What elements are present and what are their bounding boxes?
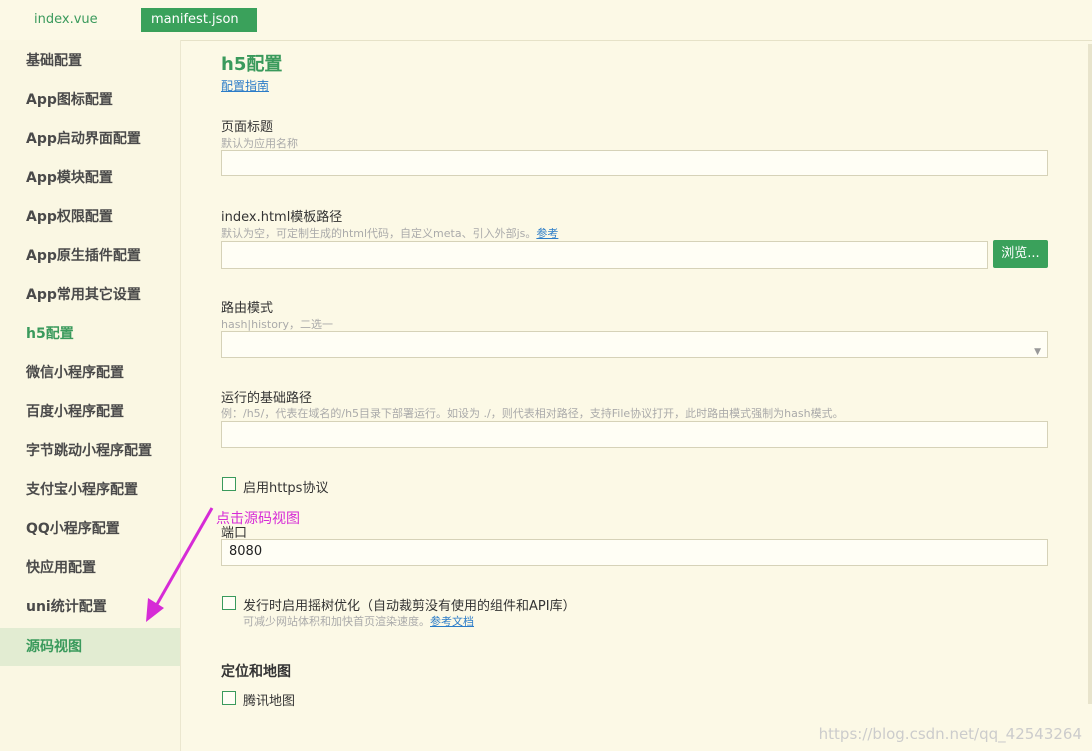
treeshake-hint-text: 可减少网站体积和加快首页渲染速度。: [243, 615, 430, 628]
template-hint-text: 默认为空，可定制生成的html代码，自定义meta、引入外部js。: [221, 227, 537, 240]
sidebar-item-h5[interactable]: h5配置: [0, 315, 180, 353]
page-title-hint: 默认为应用名称: [221, 137, 298, 150]
browse-button[interactable]: 浏览...: [993, 240, 1048, 268]
sidebar-item-uni-stat[interactable]: uni统计配置: [0, 588, 180, 626]
sidebar-item-app-other[interactable]: App常用其它设置: [0, 276, 180, 314]
sidebar-item-app-splash[interactable]: App启动界面配置: [0, 120, 180, 158]
tencent-map-checkbox-label: 腾讯地图: [243, 694, 296, 709]
router-mode-hint: hash|history，二选一: [221, 318, 333, 331]
config-sidebar: 基础配置 App图标配置 App启动界面配置 App模块配置 App权限配置 A…: [0, 40, 181, 751]
sidebar-item-weixin[interactable]: 微信小程序配置: [0, 354, 180, 392]
treeshake-checkbox-label: 发行时启用摇树优化（自动裁剪没有使用的组件和API库）: [243, 599, 576, 614]
page-title-input[interactable]: [221, 150, 1048, 176]
tencent-map-checkbox[interactable]: [222, 691, 236, 705]
page-title-label: 页面标题: [221, 120, 274, 135]
port-input[interactable]: 8080: [221, 539, 1048, 566]
sidebar-item-app-icon[interactable]: App图标配置: [0, 81, 180, 119]
template-path-hint: 默认为空，可定制生成的html代码，自定义meta、引入外部js。参考: [221, 225, 558, 241]
page-title: h5配置: [221, 54, 283, 75]
treeshake-hint: 可减少网站体积和加快首页渲染速度。参考文档: [243, 613, 474, 629]
config-guide-link[interactable]: 配置指南: [221, 77, 269, 94]
sidebar-item-alipay[interactable]: 支付宝小程序配置: [0, 471, 180, 509]
sidebar-item-app-native-plugins[interactable]: App原生插件配置: [0, 237, 180, 275]
router-mode-label: 路由模式: [221, 301, 274, 316]
treeshake-checkbox[interactable]: [222, 596, 236, 610]
template-path-input[interactable]: [221, 241, 988, 269]
template-path-label: index.html模板路径: [221, 210, 343, 225]
watermark: https://blog.csdn.net/qq_42543264: [818, 725, 1082, 743]
https-checkbox[interactable]: [222, 477, 236, 491]
annotation-text: 点击源码视图: [216, 511, 300, 527]
sidebar-item-toutiao[interactable]: 字节跳动小程序配置: [0, 432, 180, 470]
sidebar-item-app-permissions[interactable]: App权限配置: [0, 198, 180, 236]
https-checkbox-label: 启用https协议: [243, 481, 329, 496]
base-path-label: 运行的基础路径: [221, 391, 313, 406]
tab-manifest-json[interactable]: manifest.json: [141, 8, 257, 32]
sidebar-item-qq[interactable]: QQ小程序配置: [0, 510, 180, 548]
router-mode-select[interactable]: ▼: [221, 331, 1048, 358]
sidebar-item-source-view[interactable]: 源码视图: [0, 628, 180, 666]
vertical-scrollbar[interactable]: [1088, 44, 1092, 704]
template-reference-link[interactable]: 参考: [536, 227, 558, 240]
editor-tab-bar: index.vue manifest.json: [0, 0, 1092, 41]
sidebar-item-baidu[interactable]: 百度小程序配置: [0, 393, 180, 431]
sidebar-item-basic[interactable]: 基础配置: [0, 42, 180, 80]
chevron-down-icon: ▼: [1034, 347, 1041, 357]
treeshake-reference-link[interactable]: 参考文档: [430, 615, 474, 628]
tab-index-vue[interactable]: index.vue: [24, 8, 108, 32]
h5-config-panel: h5配置 配置指南 页面标题 默认为应用名称 index.html模板路径 默认…: [181, 40, 1089, 751]
base-path-hint: 例：/h5/，代表在域名的/h5目录下部署运行。如设为 ./，则代表相对路径，支…: [221, 407, 844, 420]
sidebar-item-app-modules[interactable]: App模块配置: [0, 159, 180, 197]
base-path-input[interactable]: [221, 421, 1048, 448]
location-map-section-title: 定位和地图: [221, 664, 291, 680]
sidebar-item-quickapp[interactable]: 快应用配置: [0, 549, 180, 587]
